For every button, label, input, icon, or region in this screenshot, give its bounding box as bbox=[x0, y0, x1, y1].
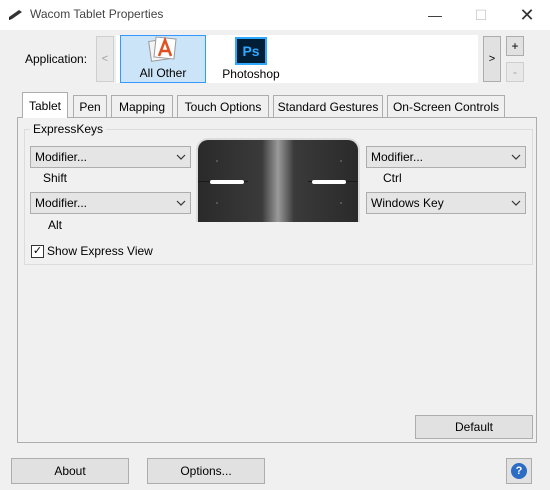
expresskey-bottom-left-select[interactable]: Modifier... bbox=[30, 192, 191, 214]
default-button[interactable]: Default bbox=[415, 415, 533, 439]
select-value: Windows Key bbox=[371, 196, 444, 210]
window-title: Wacom Tablet Properties bbox=[30, 7, 164, 21]
all-other-icon bbox=[146, 34, 180, 64]
minimize-button[interactable]: — bbox=[412, 0, 458, 30]
remove-application-button[interactable]: - bbox=[506, 62, 524, 82]
maximize-button[interactable]: ☐ bbox=[458, 0, 504, 30]
chevron-down-icon bbox=[511, 154, 521, 160]
tablet-expresskey-left bbox=[210, 180, 244, 184]
expresskeys-group-label: ExpressKeys bbox=[30, 122, 107, 136]
show-express-view-checkbox[interactable]: ✓ bbox=[31, 245, 44, 258]
tab-on-screen-controls[interactable]: On-Screen Controls bbox=[387, 95, 505, 117]
tablet-expresskey-right bbox=[312, 180, 346, 184]
show-express-view-label[interactable]: Show Express View bbox=[47, 244, 153, 258]
tablet-dot bbox=[340, 202, 342, 204]
app-scroll-left-button[interactable]: < bbox=[96, 36, 114, 82]
help-button[interactable]: ? bbox=[506, 458, 532, 484]
tablet-dot bbox=[216, 160, 218, 162]
tab-mapping[interactable]: Mapping bbox=[111, 95, 173, 117]
expresskey-top-right-select[interactable]: Modifier... bbox=[366, 146, 526, 168]
help-icon: ? bbox=[511, 463, 527, 479]
chevron-down-icon bbox=[511, 200, 521, 206]
tablet-dot bbox=[216, 202, 218, 204]
app-item-all-other[interactable]: All Other bbox=[120, 35, 206, 83]
options-button[interactable]: Options... bbox=[147, 458, 265, 484]
tablet-dot bbox=[340, 160, 342, 162]
expresskey-top-left-value: Shift bbox=[43, 171, 68, 185]
app-item-label: All Other bbox=[139, 66, 187, 80]
select-value: Modifier... bbox=[371, 150, 424, 164]
expresskey-bottom-left-value: Alt bbox=[48, 218, 63, 232]
chevron-down-icon bbox=[176, 200, 186, 206]
about-button[interactable]: About bbox=[11, 458, 129, 484]
application-list: All Other Ps Photoshop bbox=[116, 35, 478, 83]
tablet-image bbox=[196, 138, 360, 222]
close-button[interactable]: ✕ bbox=[504, 0, 550, 30]
expresskey-top-right-value: Ctrl bbox=[383, 171, 402, 185]
application-label: Application: bbox=[25, 52, 88, 66]
add-application-button[interactable]: + bbox=[506, 36, 524, 56]
tab-pen[interactable]: Pen bbox=[73, 95, 107, 117]
chevron-down-icon bbox=[176, 154, 186, 160]
app-item-label: Photoshop bbox=[222, 67, 280, 81]
photoshop-icon: Ps bbox=[235, 37, 267, 65]
wacom-pen-icon bbox=[9, 10, 22, 20]
tab-standard-gestures[interactable]: Standard Gestures bbox=[273, 95, 383, 117]
expresskey-top-left-select[interactable]: Modifier... bbox=[30, 146, 191, 168]
select-value: Modifier... bbox=[35, 150, 88, 164]
select-value: Modifier... bbox=[35, 196, 88, 210]
app-item-photoshop[interactable]: Ps Photoshop bbox=[214, 35, 288, 83]
tab-tablet[interactable]: Tablet bbox=[22, 92, 68, 118]
expresskey-bottom-right-select[interactable]: Windows Key bbox=[366, 192, 526, 214]
app-scroll-right-button[interactable]: > bbox=[483, 36, 501, 82]
tab-touch-options[interactable]: Touch Options bbox=[177, 95, 269, 117]
